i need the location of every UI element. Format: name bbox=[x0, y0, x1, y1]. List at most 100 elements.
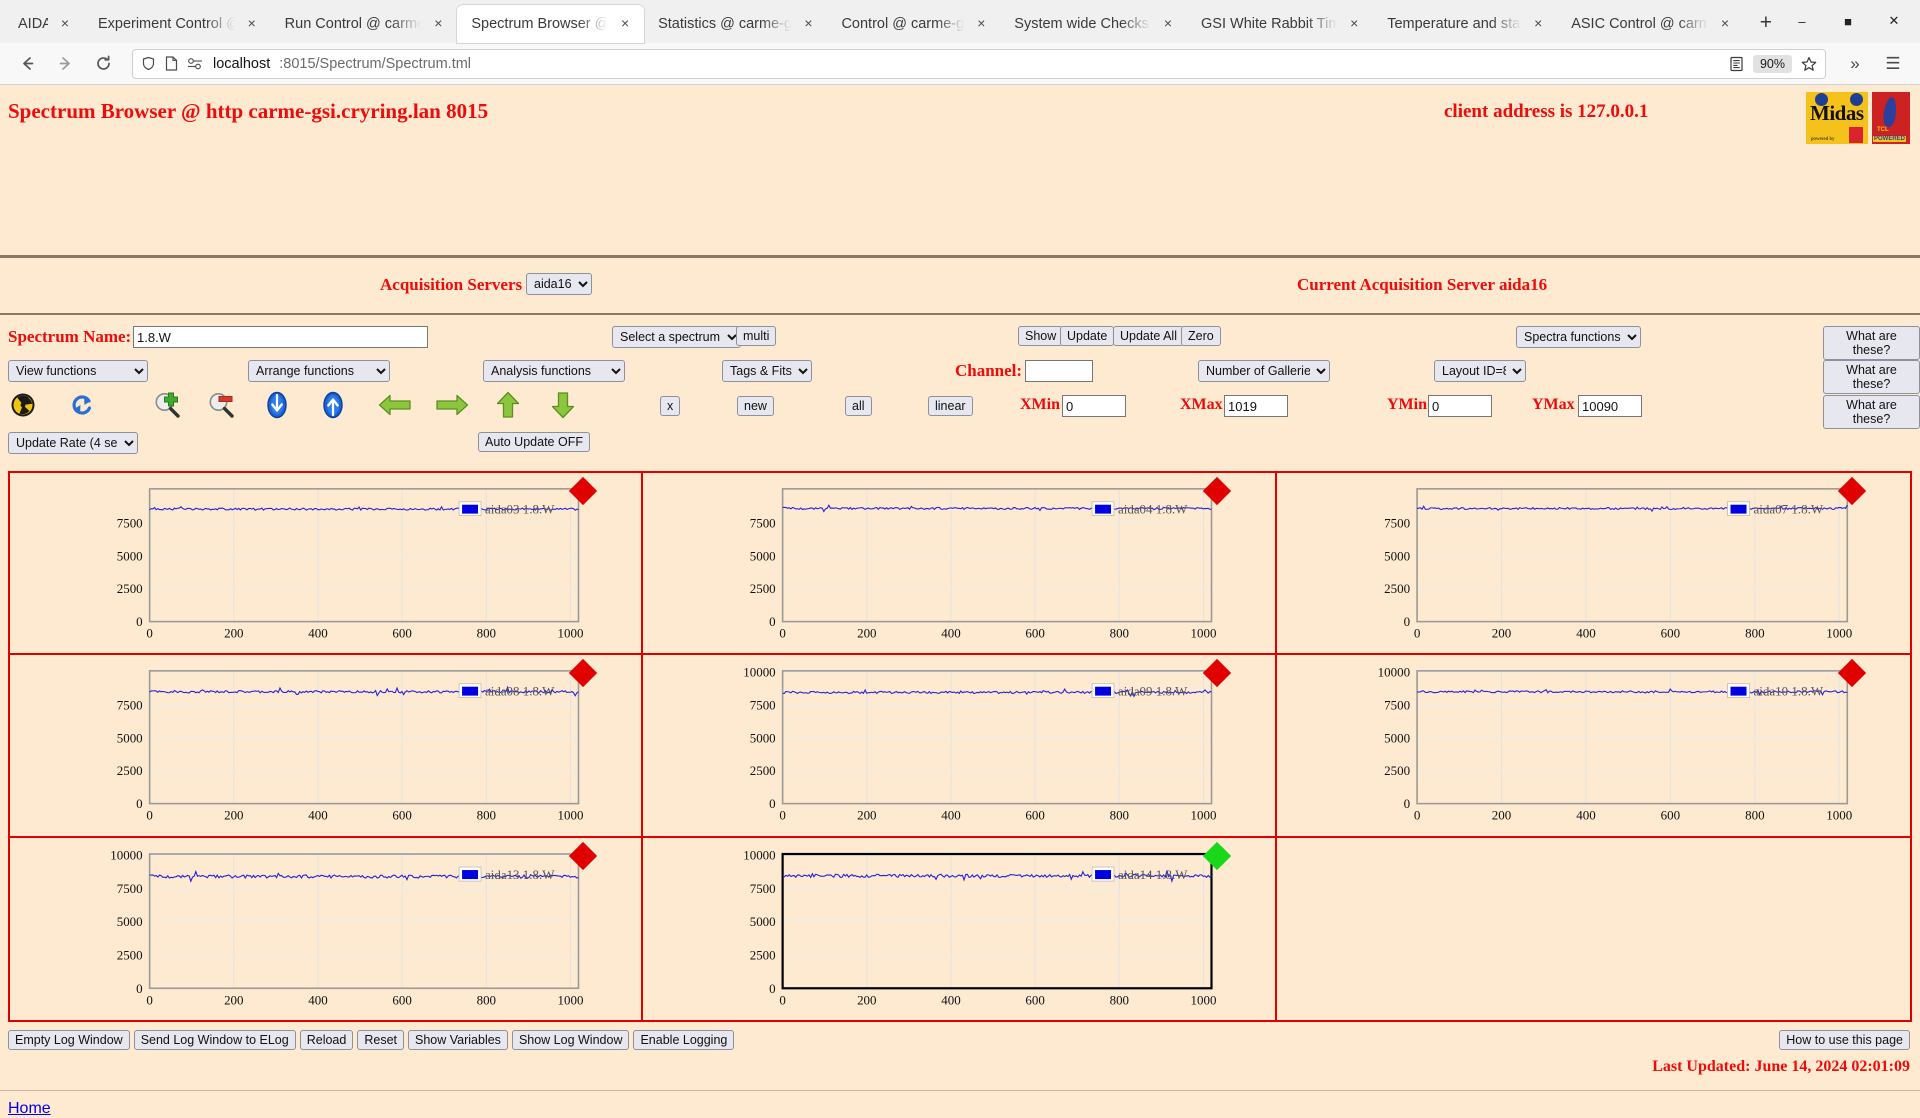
tab-close-icon[interactable]: × bbox=[799, 15, 817, 33]
spectrum-cell[interactable]: 0 200 400 600 800 1000 0 2500 5000 7500 10000 aida1… bbox=[643, 837, 1277, 1020]
browser-tab[interactable]: Temperature and statu × bbox=[1373, 5, 1557, 43]
update-all-button[interactable]: Update All bbox=[1113, 326, 1184, 346]
spectrum-name-input[interactable] bbox=[133, 326, 428, 348]
refresh-icon[interactable] bbox=[68, 392, 96, 418]
shield-icon[interactable] bbox=[141, 56, 156, 71]
permissions-icon[interactable] bbox=[187, 57, 204, 70]
analysis-functions-dropdown[interactable]: Analysis functions bbox=[483, 360, 625, 382]
star-icon[interactable] bbox=[1801, 56, 1817, 72]
browser-tab[interactable]: GSI White Rabbit Time × bbox=[1187, 5, 1373, 43]
spectrum-plot[interactable]: 0 200 400 600 800 1000025005000750010000aida1… bbox=[643, 838, 1274, 1020]
reset-button[interactable]: Reset bbox=[357, 1030, 404, 1050]
linear-button[interactable]: linear bbox=[928, 396, 973, 416]
spectrum-cell[interactable]: 0 200 400 600 800 1000 0 2500 5000 7500 10000 aida1… bbox=[10, 837, 644, 1020]
arrow-right-icon[interactable] bbox=[435, 394, 469, 416]
xmin-input[interactable] bbox=[1062, 395, 1126, 417]
window-close-button[interactable]: ✕ bbox=[1872, 7, 1916, 35]
back-button[interactable] bbox=[10, 48, 44, 80]
spectrum-plot[interactable]: 0 200 400 600 800 1000025005000750010000aida1… bbox=[10, 838, 641, 1020]
tab-close-icon[interactable]: × bbox=[1159, 15, 1177, 33]
arrow-down-icon[interactable] bbox=[551, 391, 575, 419]
ymin-input[interactable] bbox=[1428, 395, 1492, 417]
spectrum-plot[interactable]: 0 200 400 600 800 1000 0 2500 5000 7500 aida08 1.8… bbox=[10, 655, 641, 835]
tab-close-icon[interactable]: × bbox=[1716, 15, 1734, 33]
tab-close-icon[interactable]: × bbox=[972, 15, 990, 33]
channel-input[interactable] bbox=[1025, 360, 1093, 382]
browser-tab[interactable]: Run Control @ carme-g × bbox=[271, 5, 458, 43]
update-button[interactable]: Update bbox=[1060, 326, 1115, 346]
select-spectrum-dropdown[interactable]: Select a spectrum bbox=[612, 326, 741, 348]
tab-close-icon[interactable]: × bbox=[243, 15, 261, 33]
browser-tab[interactable]: Control @ carme-gsi × bbox=[827, 5, 1000, 43]
tab-close-icon[interactable]: × bbox=[56, 15, 74, 33]
collapse-vertical-icon[interactable] bbox=[320, 391, 346, 419]
spectrum-cell[interactable]: 0 200 400 600 800 1000 0 2500 5000 7500 10000 aida1… bbox=[1276, 655, 1910, 838]
reload-button[interactable] bbox=[86, 48, 120, 80]
tags-and-fits-dropdown[interactable]: Tags & Fits bbox=[722, 360, 812, 382]
zoom-level-badge[interactable]: 90% bbox=[1752, 54, 1792, 73]
window-minimize-button[interactable]: – bbox=[1780, 7, 1824, 35]
reload-button[interactable]: Reload bbox=[299, 1030, 354, 1050]
spectrum-plot[interactable]: 0 200 400 600 800 1000 0 2500 5000 7500 aida04 1.8… bbox=[643, 473, 1274, 653]
browser-tab[interactable]: AIDA × bbox=[4, 5, 84, 43]
browser-tab[interactable]: System wide Checks @ × bbox=[1000, 5, 1187, 43]
browser-tab[interactable]: Statistics @ carme-gsi × bbox=[644, 5, 827, 43]
number-of-galleries-dropdown[interactable]: Number of Galleries bbox=[1198, 360, 1330, 382]
spectrum-cell[interactable]: 0 200 400 600 800 1000 0 2500 5000 7500 10000 aida0… bbox=[643, 655, 1277, 838]
tab-close-icon[interactable]: × bbox=[616, 15, 634, 33]
zoom-in-icon[interactable] bbox=[152, 391, 182, 419]
browser-tab[interactable]: Spectrum Browser @ c × bbox=[457, 5, 645, 43]
zoom-out-icon[interactable] bbox=[206, 391, 236, 419]
window-maximize-button[interactable]: ■ bbox=[1826, 7, 1870, 35]
zero-button[interactable]: Zero bbox=[1181, 326, 1221, 346]
forward-button[interactable] bbox=[48, 48, 82, 80]
view-functions-dropdown[interactable]: View functions bbox=[8, 360, 148, 382]
arrow-left-icon[interactable] bbox=[378, 394, 412, 416]
spectrum-cell[interactable]: 0 200 400 600 800 1000 0 2500 5000 7500 aida04 1.8… bbox=[643, 473, 1277, 656]
reader-view-icon[interactable] bbox=[1729, 56, 1744, 72]
show-variables-button[interactable]: Show Variables bbox=[408, 1030, 508, 1050]
tab-close-icon[interactable]: × bbox=[1529, 15, 1547, 33]
what-are-these-button-3[interactable]: What are these? bbox=[1823, 395, 1920, 429]
what-are-these-button-1[interactable]: What are these? bbox=[1823, 326, 1920, 360]
x-button[interactable]: x bbox=[660, 396, 681, 416]
new-tab-button[interactable]: + bbox=[1752, 9, 1780, 39]
expand-vertical-icon[interactable] bbox=[264, 391, 290, 419]
spectrum-cell[interactable]: 0 200 400 600 800 1000 0 2500 5000 7500 aida08 1.8… bbox=[10, 655, 644, 838]
show-log-window-button[interactable]: Show Log Window bbox=[511, 1030, 630, 1050]
how-to-use-button[interactable]: How to use this page bbox=[1779, 1030, 1910, 1050]
enable-logging-button[interactable]: Enable Logging bbox=[633, 1030, 735, 1050]
ymax-input[interactable] bbox=[1578, 395, 1642, 417]
tab-close-icon[interactable]: × bbox=[1345, 15, 1363, 33]
acquisition-server-select[interactable]: aida16 bbox=[526, 273, 592, 295]
spectrum-plot[interactable]: 0 200 400 600 800 1000025005000750010000aida1… bbox=[1277, 655, 1910, 835]
address-bar[interactable]: localhost:8015/Spectrum/Spectrum.tml 90% bbox=[132, 48, 1826, 79]
update-rate-dropdown[interactable]: Update Rate (4 secs) bbox=[8, 432, 138, 454]
show-button[interactable]: Show bbox=[1018, 326, 1064, 346]
layout-id-dropdown[interactable]: Layout ID=8 bbox=[1434, 360, 1526, 382]
all-button[interactable]: all bbox=[845, 396, 872, 416]
browser-tab[interactable]: ASIC Control @ carme- × bbox=[1557, 5, 1744, 43]
browser-tab[interactable]: Experiment Control @ c × bbox=[84, 5, 271, 43]
multi-button[interactable]: multi bbox=[736, 326, 777, 346]
spectrum-cell[interactable]: 0 200 400 600 800 1000 0 2500 5000 7500 aida07 1.8… bbox=[1276, 473, 1910, 656]
send-log-to-elog-button[interactable]: Send Log Window to ELog bbox=[133, 1030, 296, 1050]
spectrum-cell[interactable]: 0 200 400 600 800 1000 0 2500 5000 7500 aida03 1.8… bbox=[10, 473, 644, 656]
tab-close-icon[interactable]: × bbox=[429, 15, 447, 33]
spectra-functions-dropdown[interactable]: Spectra functions bbox=[1516, 326, 1641, 348]
empty-log-window-button[interactable]: Empty Log Window bbox=[8, 1030, 130, 1050]
app-menu-button[interactable]: ☰ bbox=[1876, 48, 1910, 80]
new-button[interactable]: new bbox=[737, 396, 774, 416]
auto-update-button[interactable]: Auto Update OFF bbox=[478, 432, 590, 452]
spectrum-plot[interactable]: 0 200 400 600 800 1000 0 2500 5000 7500 aida03 1.8… bbox=[10, 473, 641, 653]
spectrum-plot[interactable]: 0 200 400 600 800 1000025005000750010000aida0… bbox=[643, 655, 1274, 835]
overflow-button[interactable]: » bbox=[1838, 48, 1872, 80]
xmax-input[interactable] bbox=[1224, 395, 1288, 417]
spectrum-plot[interactable]: 0 200 400 600 800 1000 0 2500 5000 7500 aida07 1.8… bbox=[1277, 473, 1910, 653]
radiation-icon[interactable] bbox=[10, 392, 36, 418]
what-are-these-button-2[interactable]: What are these? bbox=[1823, 360, 1920, 394]
arrow-up-icon[interactable] bbox=[496, 391, 520, 419]
svg-text:1000: 1000 bbox=[558, 992, 584, 1007]
arrange-functions-dropdown[interactable]: Arrange functions bbox=[248, 360, 390, 382]
home-link[interactable]: Home bbox=[8, 1100, 51, 1118]
